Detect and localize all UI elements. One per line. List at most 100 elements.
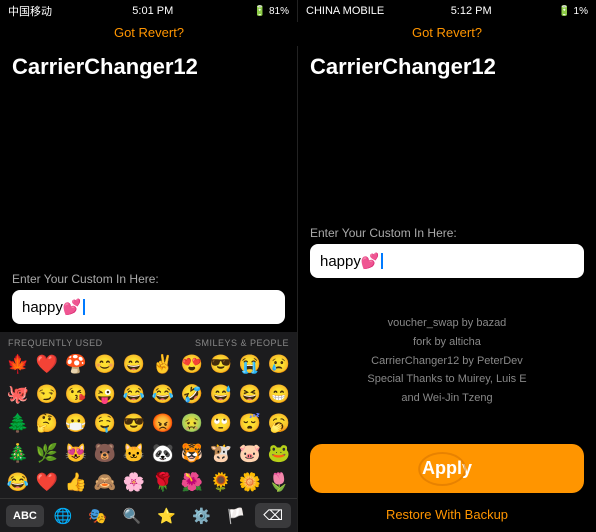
right-cursor — [381, 253, 383, 269]
emoji-33[interactable]: 😻 — [62, 441, 90, 467]
apply-button[interactable]: Apply — [310, 444, 584, 493]
emoji-47[interactable]: 🌺 — [178, 470, 206, 496]
right-input-label: Enter Your Custom In Here: — [310, 226, 584, 240]
apply-circle-decoration — [418, 452, 466, 486]
got-revert-row: Got Revert? Got Revert? — [0, 22, 596, 46]
emoji-38[interactable]: 🐮 — [207, 441, 235, 467]
left-panel: CarrierChanger12 Enter Your Custom In He… — [0, 46, 298, 532]
emoji-17[interactable]: 🤣 — [178, 382, 206, 408]
emoji-49[interactable]: 🌼 — [236, 470, 264, 496]
right-input-section: Enter Your Custom In Here: happy💕 — [298, 218, 596, 286]
left-custom-input[interactable]: happy💕 — [12, 290, 285, 324]
abc-button[interactable]: ABC — [6, 505, 44, 527]
emoji-9[interactable]: 😭 — [236, 352, 264, 378]
right-carrier: CHINA MOBILE — [306, 5, 384, 17]
emoji-46[interactable]: 🌹 — [149, 470, 177, 496]
emoji-29[interactable]: 😴 — [236, 411, 264, 437]
credits-text: voucher_swap by bazad fork by alticha Ca… — [367, 314, 526, 407]
emoji-5[interactable]: 😄 — [120, 352, 148, 378]
keyboard-icon-row: 🌐 🎭 🔍 ⭐ ⚙️ 🏳️ — [50, 507, 249, 525]
left-app-title: CarrierChanger12 — [0, 46, 297, 84]
sticker-icon[interactable]: 🎭 — [88, 507, 107, 525]
emoji-44[interactable]: 🙈 — [91, 470, 119, 496]
keyboard-section: FREQUENTLY USED SMILEYS & PEOPLE 🍁 ❤️ 🍄 … — [0, 332, 297, 532]
emoji-1[interactable]: 🍁 — [4, 352, 32, 378]
status-bars: 中国移动 5:01 PM 🔋 81% CHINA MOBILE 5:12 PM … — [0, 0, 596, 22]
emoji-20[interactable]: 😁 — [265, 382, 293, 408]
emoji-48[interactable]: 🌻 — [207, 470, 235, 496]
right-battery-icon: 🔋 — [558, 6, 570, 17]
emoji-40[interactable]: 🐸 — [265, 441, 293, 467]
left-input-section: Enter Your Custom In Here: happy💕 — [0, 264, 297, 332]
emoji-21[interactable]: 🌲 — [4, 411, 32, 437]
right-time: 5:12 PM — [451, 5, 492, 17]
restore-label[interactable]: Restore With Backup — [386, 507, 508, 522]
emoji-35[interactable]: 🐱 — [120, 441, 148, 467]
right-input-value: happy💕 — [320, 252, 380, 270]
left-time: 5:01 PM — [132, 5, 173, 17]
emoji-8[interactable]: 😎 — [207, 352, 235, 378]
emoji-22[interactable]: 🤔 — [33, 411, 61, 437]
left-carrier: 中国移动 — [8, 3, 52, 19]
emoji-grid-row1: 🍁 ❤️ 🍄 😊 😄 ✌️ 😍 😎 😭 😢 — [0, 350, 297, 380]
emoji-39[interactable]: 🐷 — [236, 441, 264, 467]
delete-button[interactable]: ⌫ — [255, 503, 291, 528]
emoji-grid-row5: 😂 ❤️ 👍 🙈 🌸 🌹 🌺 🌻 🌼 🌷 — [0, 468, 297, 498]
left-spacer — [0, 84, 297, 264]
emoji-switch-icon[interactable]: 🌐 — [54, 507, 73, 525]
emoji-grid-row3: 🌲 🤔 😷 🤤 😎 😡 🤢 🙄 😴 🥱 — [0, 409, 297, 439]
emoji-16[interactable]: 😂 — [149, 382, 177, 408]
right-battery-pct: 1% — [574, 6, 588, 17]
emoji-36[interactable]: 🐼 — [149, 441, 177, 467]
emoji-3[interactable]: 🍄 — [62, 352, 90, 378]
emoji-34[interactable]: 🐻 — [91, 441, 119, 467]
emoji-24[interactable]: 🤤 — [91, 411, 119, 437]
emoji-4[interactable]: 😊 — [91, 352, 119, 378]
settings-kb-icon[interactable]: ⚙️ — [192, 507, 211, 525]
category-right: SMILEYS & PEOPLE — [195, 338, 289, 348]
emoji-15[interactable]: 😂 — [120, 382, 148, 408]
emoji-18[interactable]: 😅 — [207, 382, 235, 408]
emoji-41[interactable]: 😂 — [4, 470, 32, 496]
emoji-26[interactable]: 😡 — [149, 411, 177, 437]
emoji-31[interactable]: 🎄 — [4, 441, 32, 467]
emoji-27[interactable]: 🤢 — [178, 411, 206, 437]
emoji-10[interactable]: 😢 — [265, 352, 293, 378]
emoji-12[interactable]: 😏 — [33, 382, 61, 408]
emoji-13[interactable]: 😘 — [62, 382, 90, 408]
emoji-37[interactable]: 🐯 — [178, 441, 206, 467]
emoji-28[interactable]: 🙄 — [207, 411, 235, 437]
emoji-42[interactable]: ❤️ — [33, 470, 61, 496]
emoji-50[interactable]: 🌷 — [265, 470, 293, 496]
emoji-grid-row2: 🐙 😏 😘 😜 😂 😂 🤣 😅 😆 😁 — [0, 380, 297, 410]
left-got-revert-link[interactable]: Got Revert? — [114, 25, 184, 40]
emoji-45[interactable]: 🌸 — [120, 470, 148, 496]
flag-icon[interactable]: 🏳️ — [227, 507, 246, 525]
emoji-6[interactable]: ✌️ — [149, 352, 177, 378]
panels: CarrierChanger12 Enter Your Custom In He… — [0, 46, 596, 532]
right-got-revert-link[interactable]: Got Revert? — [412, 25, 482, 40]
left-got-revert[interactable]: Got Revert? — [0, 22, 298, 46]
search-kb-icon[interactable]: 🔍 — [123, 507, 142, 525]
favorite-icon[interactable]: ⭐ — [157, 507, 176, 525]
left-status-icons: 🔋 81% — [254, 6, 289, 17]
emoji-23[interactable]: 😷 — [62, 411, 90, 437]
emoji-7[interactable]: 😍 — [178, 352, 206, 378]
right-custom-input[interactable]: happy💕 — [310, 244, 584, 278]
right-got-revert[interactable]: Got Revert? — [298, 22, 596, 46]
credit-5: and Wei-Jin Tzeng — [367, 389, 526, 408]
emoji-14[interactable]: 😜 — [91, 382, 119, 408]
emoji-32[interactable]: 🌿 — [33, 441, 61, 467]
left-status-bar: 中国移动 5:01 PM 🔋 81% — [0, 0, 298, 22]
emoji-grid-row4: 🎄 🌿 😻 🐻 🐱 🐼 🐯 🐮 🐷 🐸 — [0, 439, 297, 469]
emoji-43[interactable]: 👍 — [62, 470, 90, 496]
right-app-title: CarrierChanger12 — [298, 46, 596, 84]
category-left: FREQUENTLY USED — [8, 338, 103, 348]
emoji-30[interactable]: 🥱 — [265, 411, 293, 437]
emoji-25[interactable]: 😎 — [120, 411, 148, 437]
restore-link[interactable]: Restore With Backup — [298, 501, 596, 532]
left-input-value: happy💕 — [22, 298, 82, 316]
emoji-11[interactable]: 🐙 — [4, 382, 32, 408]
emoji-2[interactable]: ❤️ — [33, 352, 61, 378]
emoji-19[interactable]: 😆 — [236, 382, 264, 408]
